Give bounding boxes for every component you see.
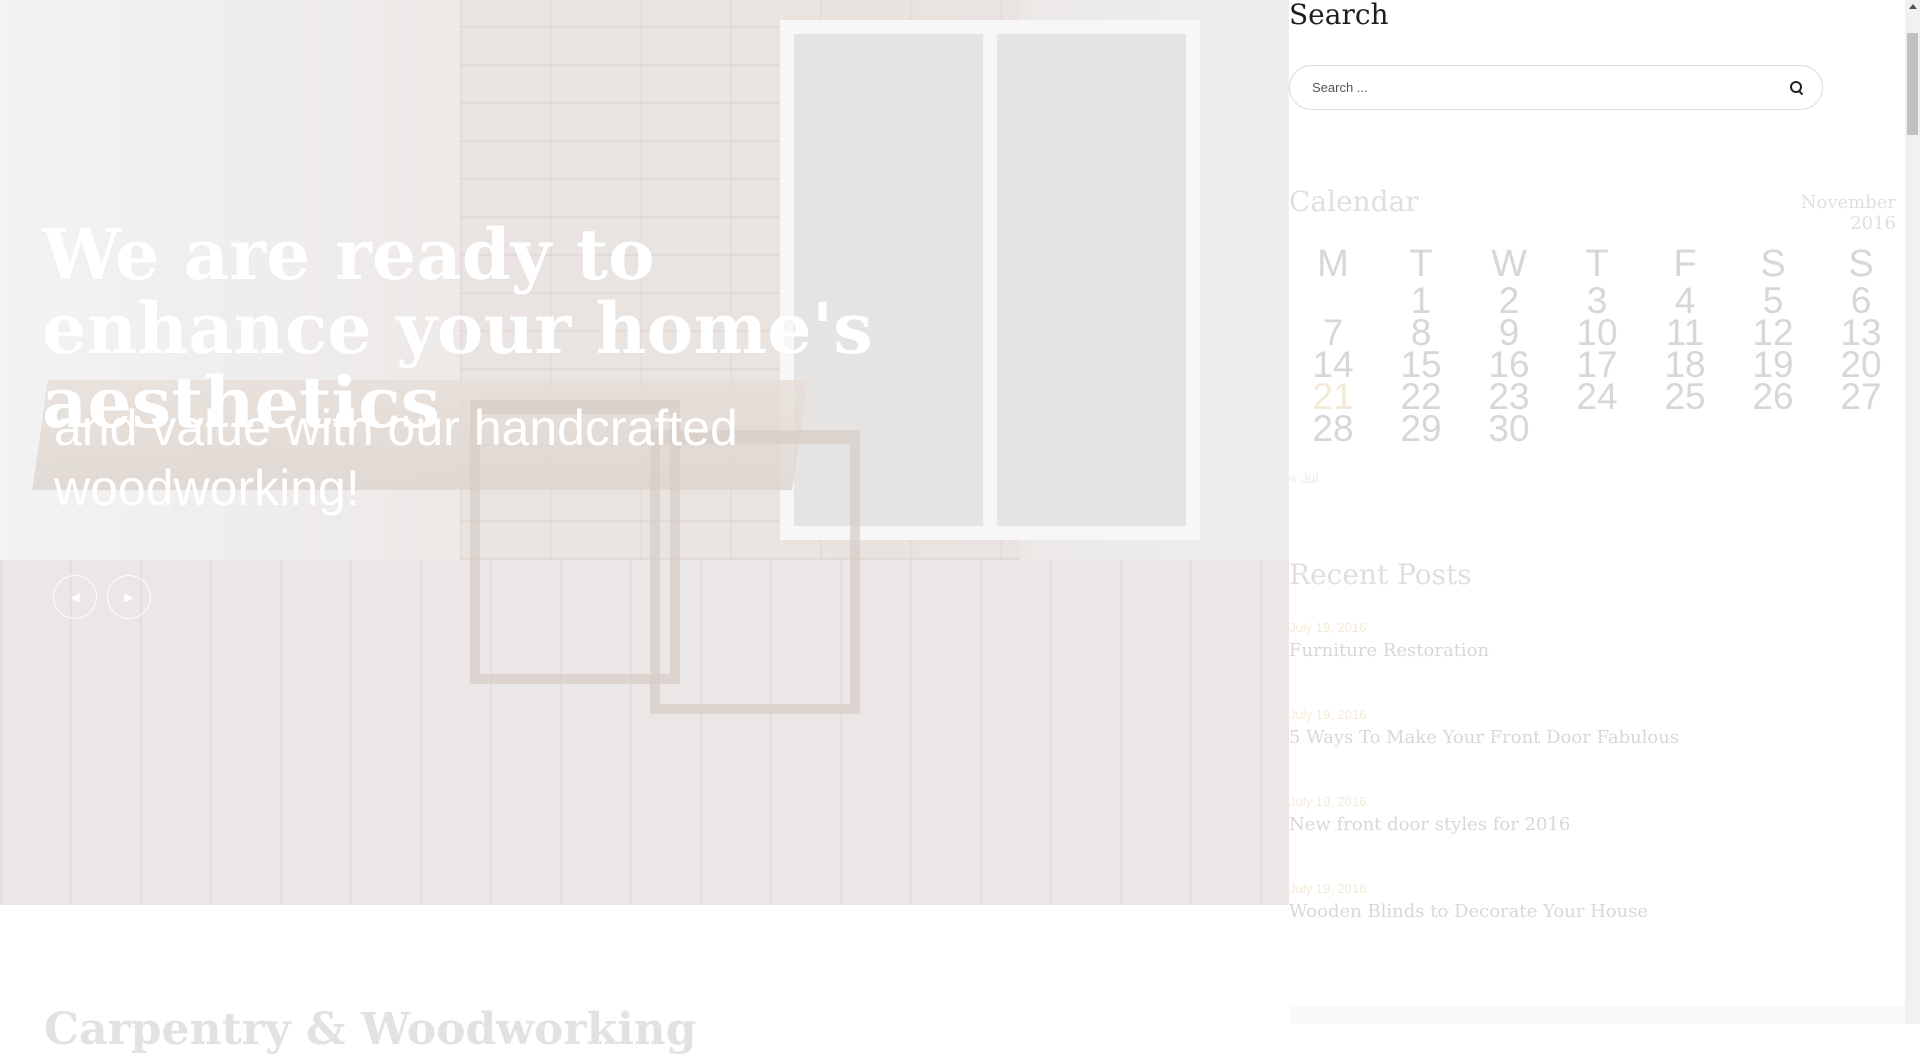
calendar-week-row: 21 22 23 24 25 26 27 (1289, 376, 1905, 417)
scroll-up-arrow-icon[interactable] (1909, 4, 1917, 9)
calendar-day-cell: 26 (1752, 376, 1794, 417)
calendar-month: November 2016 (1800, 192, 1896, 234)
post-date: July 19, 2016 (1289, 620, 1367, 635)
slider-next-button[interactable]: ▶ (107, 575, 151, 619)
post-title-link[interactable]: New front door styles for 2016 (1289, 812, 1889, 838)
calendar-day-cell: 28 (1312, 408, 1354, 449)
post-title-link[interactable]: Furniture Restoration (1289, 638, 1889, 664)
post-title-link[interactable]: Wooden Blinds to Decorate Your House (1289, 899, 1889, 925)
search-icon[interactable] (1788, 79, 1806, 97)
slider-prev-button[interactable]: ◀ (53, 575, 97, 619)
scrollbar-thumb[interactable] (1907, 33, 1918, 135)
calendar-empty-cell (1553, 413, 1641, 445)
search-form (1289, 65, 1823, 110)
search-widget-title: Search (1289, 0, 1389, 31)
calendar-widget-title: Calendar (1289, 185, 1419, 218)
calendar-day-cell: 24 (1576, 376, 1618, 417)
calendar-empty-cell (1641, 413, 1729, 445)
calendar-empty-cell (1817, 413, 1905, 445)
recent-posts-widget-title: Recent Posts (1289, 558, 1472, 591)
post-title-link[interactable]: 5 Ways To Make Your Front Door Fabulous (1289, 725, 1889, 751)
prev-arrow-icon: ◀ (70, 590, 80, 604)
calendar-body: 1 2 3 4 5 6 7 8 9 10 11 12 13 14 15 16 17 18 19 20 21 22 23 24 2… (1289, 282, 1905, 449)
calendar-empty-cell (1729, 413, 1817, 445)
calendar-week-row: 28 29 30 (1289, 408, 1905, 449)
recent-post-item: July 19, 2016 Wooden Blinds to Decorate … (1289, 879, 1889, 925)
sidebar-next-widget-edge (1289, 1006, 1905, 1024)
calendar-day-header: T (1409, 243, 1433, 285)
recent-post-item: July 19, 2016 New front door styles for … (1289, 792, 1889, 838)
calendar-day-header: M (1317, 243, 1349, 285)
calendar-day-header: S (1760, 243, 1786, 285)
calendar-day-header: T (1585, 243, 1609, 285)
calendar-day-header: W (1491, 243, 1527, 285)
search-input[interactable] (1310, 79, 1788, 96)
post-date: July 19, 2016 (1289, 794, 1367, 809)
page-scrollbar[interactable] (1905, 0, 1920, 1024)
calendar-day-cell: 27 (1840, 376, 1882, 417)
recent-post-item: July 19, 2016 Furniture Restoration (1289, 618, 1889, 664)
recent-post-item: July 19, 2016 5 Ways To Make Your Front … (1289, 705, 1889, 751)
section-heading-peek: Carpentry & Woodworking (44, 1004, 697, 1055)
hero-slider: We are ready to enhance your home's aest… (0, 0, 1289, 905)
calendar-day-header: F (1673, 243, 1697, 285)
post-date: July 19, 2016 (1289, 707, 1367, 722)
calendar-header-row: M T W T F S S (1289, 245, 1905, 285)
calendar-day-header: S (1848, 243, 1874, 285)
calendar-prev-month-link[interactable]: « Jul (1289, 470, 1319, 486)
calendar-day-cell: 30 (1488, 408, 1530, 449)
calendar-day-cell: 29 (1400, 408, 1442, 449)
next-arrow-icon: ▶ (124, 590, 134, 604)
hero-subtitle: and value with our handcrafted woodworki… (54, 400, 738, 516)
calendar-table: M T W T F S S 1 2 3 4 5 6 7 8 9 10 11 12 13 14 15 16 17 1… (1289, 245, 1905, 449)
sidebar: Search Calendar November 2016 M T W T F … (1289, 0, 1905, 1024)
post-date: July 19, 2016 (1289, 881, 1367, 896)
calendar-day-cell: 25 (1664, 376, 1706, 417)
